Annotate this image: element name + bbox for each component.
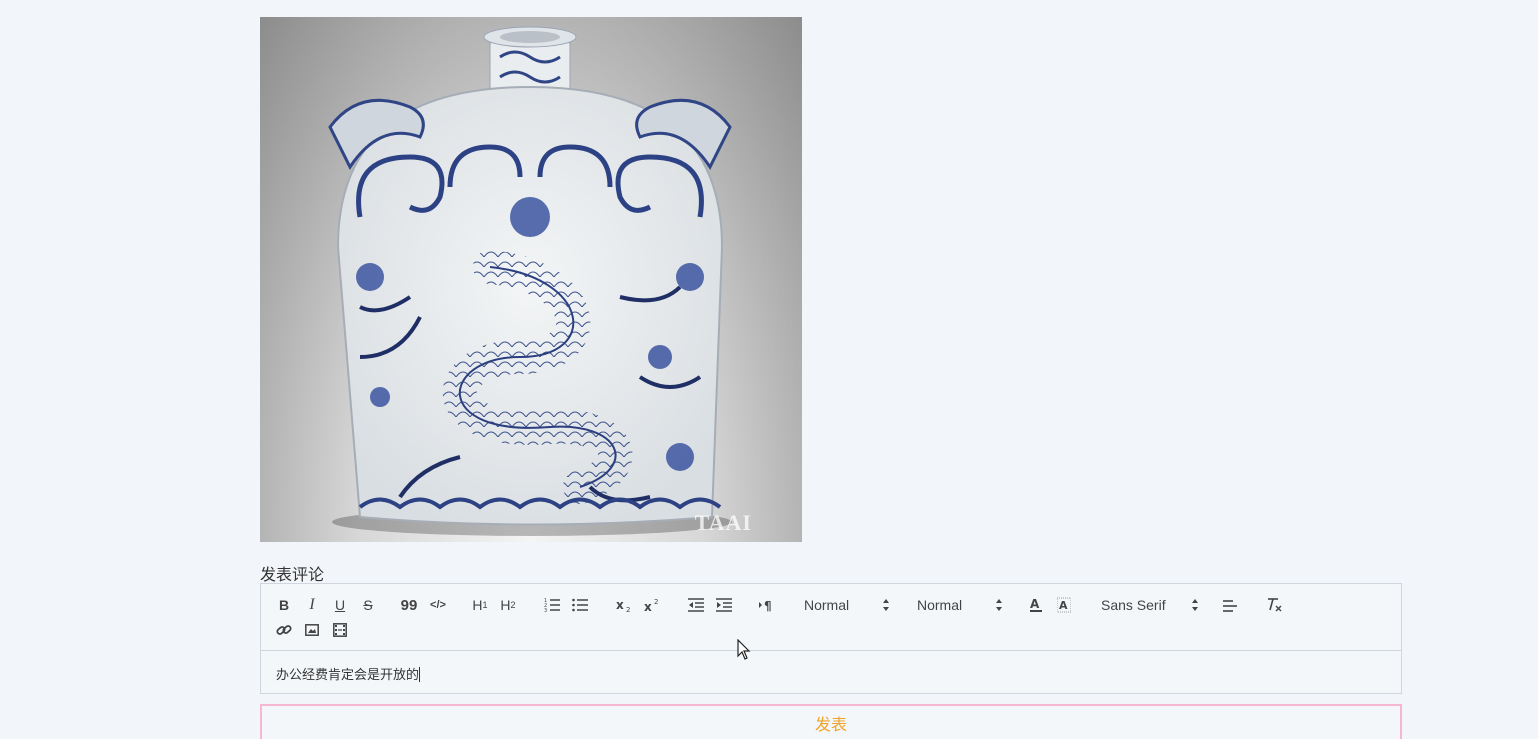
size-picker[interactable]: Normal xyxy=(917,595,1003,615)
strike-button[interactable]: S xyxy=(361,595,375,615)
blockquote-button[interactable]: 99 xyxy=(401,595,418,615)
bold-button[interactable]: B xyxy=(277,595,291,615)
subscript-icon[interactable]: x2 xyxy=(615,595,633,615)
svg-text:3: 3 xyxy=(544,608,547,612)
picker-arrows-icon xyxy=(996,599,1002,611)
picker-arrows-icon xyxy=(1192,599,1198,611)
image-watermark: TAAI xyxy=(694,510,752,535)
svg-text:x: x xyxy=(644,600,652,612)
svg-text:x: x xyxy=(616,598,624,612)
font-picker-label: Sans Serif xyxy=(1101,597,1166,613)
h2-button[interactable]: H2 xyxy=(499,595,517,615)
font-picker[interactable]: Sans Serif xyxy=(1101,595,1199,615)
svg-text:2: 2 xyxy=(654,598,658,606)
product-image: TAAI xyxy=(260,17,802,542)
link-icon[interactable] xyxy=(275,620,293,640)
text-caret xyxy=(419,667,421,682)
indent-icon[interactable] xyxy=(715,595,733,615)
image-icon[interactable] xyxy=(303,620,321,640)
text-color-icon[interactable]: A xyxy=(1027,595,1045,615)
picker-arrows-icon xyxy=(883,599,889,611)
header-picker[interactable]: Normal xyxy=(804,595,890,615)
italic-button[interactable]: I xyxy=(305,595,319,615)
ordered-list-icon[interactable]: 123 xyxy=(543,595,561,615)
clear-format-icon[interactable] xyxy=(1265,595,1283,615)
svg-text:2: 2 xyxy=(626,606,630,612)
vase-illustration xyxy=(328,26,732,536)
code-button[interactable]: </> xyxy=(429,595,447,615)
h1-button[interactable]: H1 xyxy=(471,595,489,615)
editor-text: 办公经费肯定会是开放的 xyxy=(276,668,420,683)
submit-comment-button[interactable]: 发表 xyxy=(260,704,1402,739)
svg-text:A: A xyxy=(1059,599,1068,612)
background-color-icon[interactable]: A xyxy=(1055,595,1073,615)
svg-text:¶: ¶ xyxy=(764,599,772,612)
editor-toolbar: B I U S 99 </> H1 H2 123 x2 x2 ¶ Normal xyxy=(261,584,1401,651)
mouse-cursor-icon xyxy=(737,639,751,660)
editor-content[interactable]: 办公经费肯定会是开放的 xyxy=(276,664,421,683)
align-icon[interactable] xyxy=(1221,595,1239,615)
outdent-icon[interactable] xyxy=(687,595,705,615)
bullet-list-icon[interactable] xyxy=(571,595,589,615)
text-direction-icon[interactable]: ¶ xyxy=(757,595,775,615)
video-icon[interactable] xyxy=(331,620,349,640)
underline-button[interactable]: U xyxy=(333,595,347,615)
size-picker-label: Normal xyxy=(917,597,963,613)
header-picker-label: Normal xyxy=(804,597,850,613)
svg-text:A: A xyxy=(1030,597,1040,611)
superscript-icon[interactable]: x2 xyxy=(643,595,661,615)
comment-section-title: 发表评论 xyxy=(260,565,325,584)
comment-editor: B I U S 99 </> H1 H2 123 x2 x2 ¶ Normal xyxy=(260,583,1402,694)
